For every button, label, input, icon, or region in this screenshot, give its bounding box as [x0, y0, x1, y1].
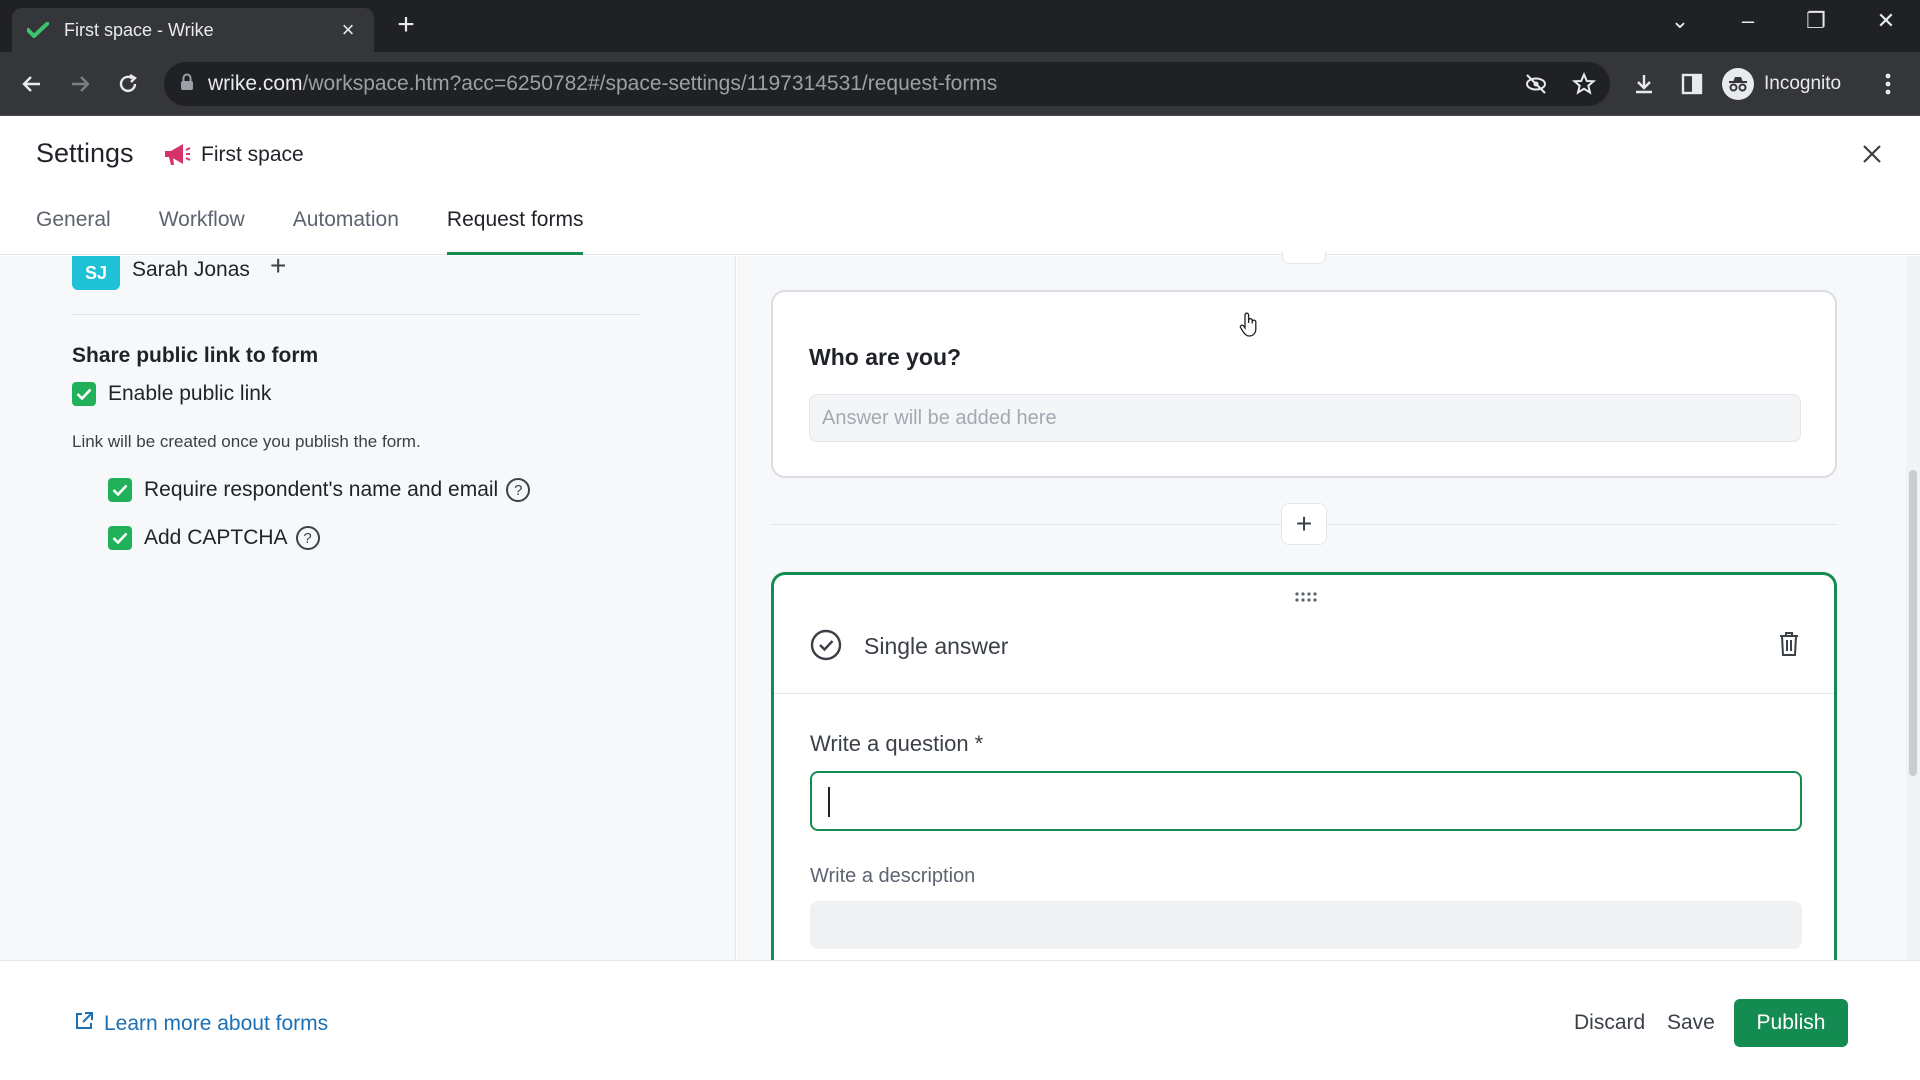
description-label: Write a description	[810, 865, 976, 887]
question-type-label[interactable]: Single answer	[864, 633, 1008, 660]
browser-tabbar: First space - Wrike × + ⌄ – ❐ ✕	[0, 0, 1920, 52]
question-card[interactable]: Who are you? Answer will be added here	[771, 290, 1837, 478]
more-vert-icon[interactable]	[1874, 70, 1902, 98]
download-icon[interactable]	[1630, 70, 1658, 98]
url-text: wrike.com/workspace.htm?acc=6250782#/spa…	[208, 72, 997, 96]
divider	[774, 693, 1834, 694]
question-editor-card: Single answer Write a question * Write a…	[771, 572, 1837, 992]
space-name: First space	[201, 143, 304, 166]
publish-button[interactable]: Publish	[1734, 999, 1848, 1047]
wrike-check-icon	[26, 18, 50, 42]
url-path: /workspace.htm?acc=6250782#/space-settin…	[302, 72, 998, 95]
divider	[72, 314, 640, 315]
profile-label: Incognito	[1764, 73, 1842, 94]
settings-header: Settings First space General Workflow Au…	[0, 116, 1920, 255]
new-tab-icon[interactable]: +	[390, 10, 422, 42]
lock-icon	[180, 73, 194, 96]
settings-tabs: General Workflow Automation Request form…	[36, 208, 631, 255]
tab-search-icon[interactable]: ⌄	[1660, 8, 1700, 34]
add-captcha-checkbox[interactable]	[108, 526, 132, 550]
enable-public-link-label: Enable public link	[108, 382, 272, 405]
enable-public-link-row: Enable public link	[72, 382, 271, 406]
page-title: Settings	[36, 138, 134, 168]
add-captcha-row: Add CAPTCHA ?	[108, 526, 320, 550]
drag-handle-icon[interactable]	[1294, 589, 1318, 602]
share-heading: Share public link to form	[72, 344, 319, 367]
question-title: Who are you?	[809, 344, 962, 370]
trash-icon[interactable]	[1778, 631, 1804, 659]
megaphone-icon	[162, 140, 192, 170]
save-button[interactable]: Save	[1667, 1011, 1715, 1035]
add-captcha-label: Add CAPTCHA	[144, 526, 288, 549]
enable-public-link-checkbox[interactable]	[72, 382, 96, 406]
profile-button[interactable]: Incognito	[1722, 64, 1841, 104]
card-stub	[1282, 252, 1326, 264]
help-icon[interactable]: ?	[506, 478, 531, 502]
url-host: wrike.com	[208, 72, 303, 95]
close-icon[interactable]	[1854, 136, 1890, 172]
minimize-icon[interactable]: –	[1728, 8, 1768, 34]
back-icon[interactable]	[14, 66, 50, 102]
external-link-icon	[74, 1011, 94, 1037]
browser-tab[interactable]: First space - Wrike ×	[12, 8, 374, 52]
require-name-email-checkbox[interactable]	[108, 478, 132, 502]
help-icon[interactable]: ?	[295, 526, 320, 550]
learn-more-link[interactable]: Learn more about forms	[74, 1011, 328, 1037]
avatar: SJ	[72, 256, 120, 290]
incognito-icon	[1722, 68, 1754, 100]
tab-title: First space - Wrike	[64, 19, 214, 40]
hand-pointer-icon	[1238, 312, 1260, 338]
window-close-icon[interactable]: ✕	[1866, 8, 1906, 34]
learn-more-label: Learn more about forms	[104, 1012, 329, 1035]
discard-button[interactable]: Discard	[1574, 1011, 1645, 1035]
tab-request-forms[interactable]: Request forms	[446, 208, 583, 255]
forward-icon[interactable]	[62, 66, 98, 102]
question-input[interactable]	[810, 771, 1802, 831]
form-footer: Learn more about forms Discard Save Publ…	[0, 960, 1920, 1080]
text-caret	[828, 787, 830, 817]
browser-toolbar: wrike.com/workspace.htm?acc=6250782#/spa…	[0, 52, 1920, 116]
add-assignee-button[interactable]: +	[270, 250, 286, 282]
close-icon[interactable]: ×	[336, 17, 360, 43]
eye-off-icon[interactable]	[1524, 72, 1548, 101]
add-question-button[interactable]: +	[1281, 503, 1327, 545]
require-name-email-row: Require respondent's name and email ?	[108, 478, 531, 502]
address-bar[interactable]: wrike.com/workspace.htm?acc=6250782#/spa…	[164, 62, 1610, 106]
sidepanel-icon[interactable]	[1678, 70, 1706, 98]
assignee-name: Sarah Jonas	[132, 258, 250, 281]
restore-icon[interactable]: ❐	[1796, 8, 1836, 34]
tab-workflow[interactable]: Workflow	[159, 208, 245, 255]
require-name-email-label: Require respondent's name and email	[144, 478, 499, 501]
tab-automation[interactable]: Automation	[293, 208, 399, 255]
star-icon[interactable]	[1571, 71, 1597, 101]
scrollbar-thumb[interactable]	[1909, 470, 1917, 776]
check-circle-icon	[810, 629, 842, 661]
form-settings-panel: SJ Sarah Jonas + Share public link to fo…	[0, 250, 736, 960]
reload-icon[interactable]	[110, 66, 146, 102]
answer-preview: Answer will be added here	[809, 394, 1801, 442]
link-hint: Link will be created once you publish th…	[72, 432, 421, 451]
description-input[interactable]	[810, 901, 1802, 949]
question-label: Write a question *	[810, 731, 984, 756]
tab-general[interactable]: General	[36, 208, 111, 255]
